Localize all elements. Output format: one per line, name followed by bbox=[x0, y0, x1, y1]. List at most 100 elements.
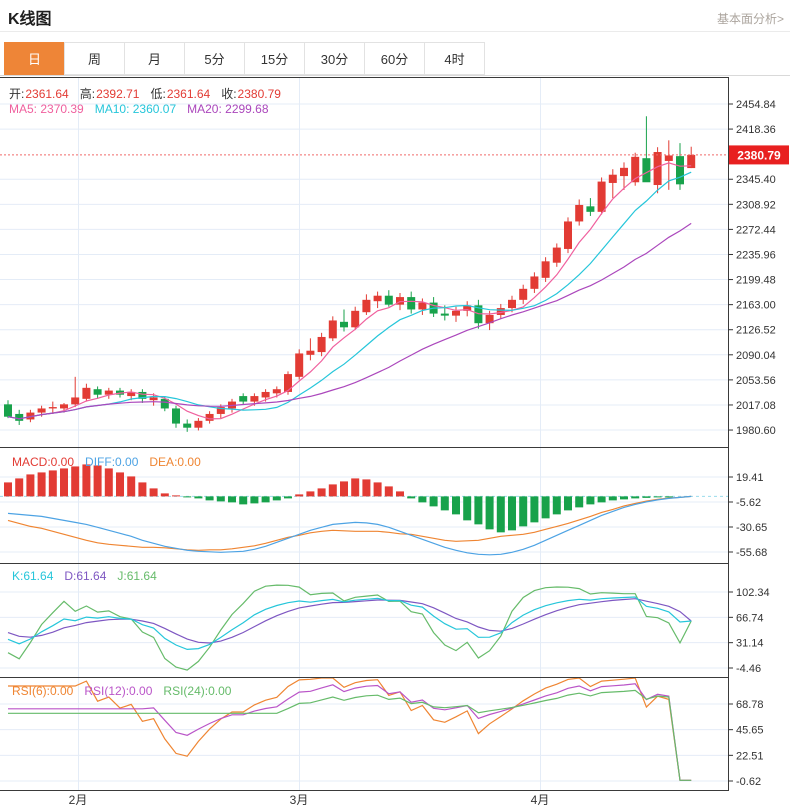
candle bbox=[665, 140, 673, 190]
y-axis-label: 2163.00 bbox=[736, 300, 776, 312]
tab-30min[interactable]: 30分 bbox=[304, 42, 365, 75]
y-axis-label: -4.46 bbox=[736, 663, 761, 675]
macd-bar bbox=[609, 496, 617, 500]
macd-bar bbox=[564, 496, 572, 510]
macd-bar bbox=[183, 496, 191, 497]
fundamental-analysis-link[interactable]: 基本面分析> bbox=[717, 10, 784, 27]
period-tab-bar: 日周月5分15分30分60分4时 bbox=[5, 42, 485, 75]
rsi-legend: RSI(6):0.00RSI(12):0.00RSI(24):0.00 bbox=[12, 684, 242, 698]
candle bbox=[609, 169, 617, 198]
candle bbox=[654, 147, 662, 193]
macd-bar bbox=[418, 496, 426, 502]
x-axis-label: 4月 bbox=[531, 793, 550, 807]
candle bbox=[553, 243, 561, 266]
y-axis-label: 19.41 bbox=[736, 472, 764, 484]
candle bbox=[452, 307, 460, 322]
candle bbox=[586, 198, 594, 216]
tab-month[interactable]: 月 bbox=[124, 42, 185, 75]
y-axis: 2454.842418.362345.402308.922272.442235.… bbox=[728, 99, 776, 788]
macd-bar bbox=[508, 496, 516, 530]
tab-week[interactable]: 周 bbox=[64, 42, 125, 75]
macd-bar bbox=[194, 496, 202, 498]
ohlc-label: 低: bbox=[150, 87, 165, 101]
x-axis: 2月 3月 4月 bbox=[69, 793, 550, 807]
candle bbox=[385, 290, 393, 307]
macd-bar bbox=[116, 472, 124, 496]
y-axis-label: 2053.56 bbox=[736, 375, 776, 387]
macd-bar bbox=[161, 493, 169, 496]
y-axis-label: 68.78 bbox=[736, 699, 764, 711]
y-axis-label: -5.62 bbox=[736, 497, 761, 509]
ohlc-legend: 开:2361.64高:2392.71低:2361.64收:2380.79 bbox=[9, 85, 292, 102]
tab-day[interactable]: 日 bbox=[4, 42, 65, 75]
kdj-legend-item: J:61.64 bbox=[117, 569, 156, 583]
y-axis-label: 66.74 bbox=[736, 612, 764, 624]
y-axis-label: 45.65 bbox=[736, 725, 764, 737]
kdj-legend: K:61.64D:61.64J:61.64 bbox=[12, 569, 168, 583]
rsi-legend-item: RSI(24):0.00 bbox=[163, 684, 231, 698]
tab-15min[interactable]: 15分 bbox=[244, 42, 305, 75]
macd-bar bbox=[374, 482, 382, 496]
y-axis-label: 2017.08 bbox=[736, 400, 776, 412]
macd-bar bbox=[250, 496, 258, 503]
macd-bar bbox=[665, 496, 673, 497]
macd-bar bbox=[329, 484, 337, 496]
header: K线图 基本面分析> bbox=[0, 0, 790, 32]
candle bbox=[542, 257, 550, 282]
macd-legend-item: DIFF:0.00 bbox=[85, 455, 138, 469]
tab-5min[interactable]: 5分 bbox=[184, 42, 245, 75]
macd-bar bbox=[38, 472, 46, 496]
ohlc-label: 开: bbox=[9, 87, 24, 101]
y-axis-label: 2308.92 bbox=[736, 199, 776, 211]
macd-bar bbox=[430, 496, 438, 506]
candle bbox=[575, 199, 583, 225]
candle bbox=[519, 285, 527, 304]
y-axis-label: 2199.48 bbox=[736, 275, 776, 287]
y-axis-label: 102.34 bbox=[736, 587, 770, 599]
macd-bar bbox=[127, 476, 135, 496]
macd-bar bbox=[4, 482, 12, 496]
y-axis-label: 2345.40 bbox=[736, 174, 776, 186]
macd-bar bbox=[306, 491, 314, 496]
y-axis-label: 1980.60 bbox=[736, 425, 776, 437]
y-axis-label: 2126.52 bbox=[736, 325, 776, 337]
macd-bar bbox=[138, 482, 146, 496]
macd-bar bbox=[340, 481, 348, 496]
macd-bar bbox=[295, 494, 303, 496]
macd-bar bbox=[486, 496, 494, 529]
page-title: K线图 bbox=[8, 5, 52, 29]
tab-4hour[interactable]: 4时 bbox=[424, 42, 485, 75]
macd-bar bbox=[273, 496, 281, 500]
macd-bar bbox=[82, 464, 90, 496]
kdj-panel bbox=[0, 585, 728, 670]
macd-bar bbox=[26, 474, 34, 496]
macd-bar bbox=[654, 496, 662, 497]
candle bbox=[105, 388, 113, 399]
x-axis-label: 3月 bbox=[290, 793, 309, 807]
macd-bar bbox=[206, 496, 214, 500]
macd-bar bbox=[586, 496, 594, 504]
x-axis-label: 2月 bbox=[69, 793, 88, 807]
macd-bar bbox=[407, 496, 415, 498]
tab-60min[interactable]: 60分 bbox=[364, 42, 425, 75]
y-axis-label: 2454.84 bbox=[736, 99, 776, 111]
ohlc-value: 2361.64 bbox=[167, 87, 210, 101]
candle bbox=[138, 389, 146, 403]
macd-bar bbox=[463, 496, 471, 520]
candle bbox=[418, 298, 426, 315]
y-axis-label: 31.14 bbox=[736, 638, 764, 650]
ma-legend-item: MA20: 2299.68 bbox=[187, 102, 268, 116]
macd-bar bbox=[542, 496, 550, 518]
macd-bar bbox=[217, 496, 225, 501]
macd-bar bbox=[441, 496, 449, 510]
candle bbox=[239, 393, 247, 404]
macd-bar bbox=[519, 496, 527, 526]
macd-bar bbox=[598, 496, 606, 502]
candle bbox=[407, 292, 415, 314]
current-price-value: 2380.79 bbox=[737, 148, 781, 162]
macd-bar bbox=[318, 488, 326, 496]
candle bbox=[206, 411, 214, 423]
candle bbox=[295, 349, 303, 379]
macd-bar bbox=[262, 496, 270, 502]
macd-legend: MACD:0.00DIFF:0.00DEA:0.00 bbox=[12, 455, 212, 469]
